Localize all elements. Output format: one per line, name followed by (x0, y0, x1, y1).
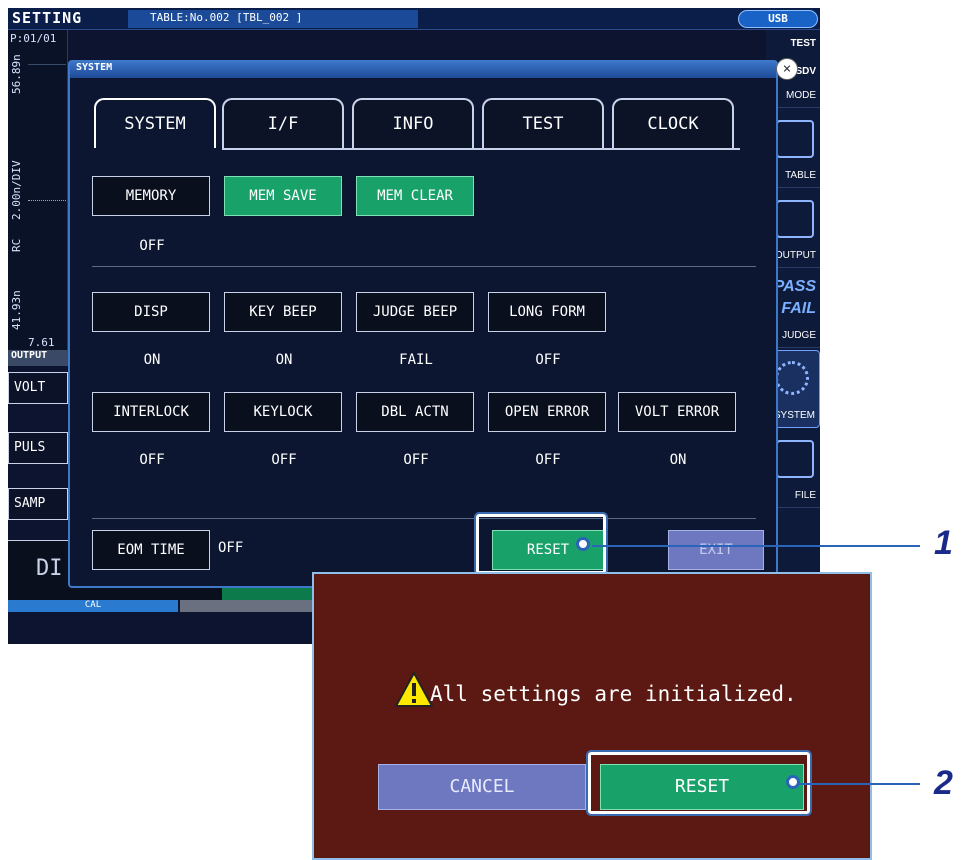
table-icon (776, 120, 814, 158)
device-screen: SETTING TABLE:No.002 [TBL_002 ] USB P:01… (8, 8, 820, 644)
mem-clear-button[interactable]: MEM CLEAR (356, 176, 474, 216)
keylock-value: OFF (271, 452, 297, 468)
tab-system[interactable]: SYSTEM (94, 98, 216, 148)
system-dialog: SYSTEM × SYSTEM I/F INFO TEST CLOCK MEMO… (68, 58, 798, 588)
samp-button[interactable]: SAMP (8, 488, 68, 520)
judge-beep-value: FAIL (399, 352, 433, 368)
gear-icon (775, 361, 809, 395)
usb-button[interactable]: USB (738, 10, 818, 28)
callout-2-frame (586, 750, 812, 816)
top-bar: SETTING TABLE:No.002 [TBL_002 ] USB (8, 8, 820, 30)
output-icon (776, 200, 814, 238)
open-error-button[interactable]: OPEN ERROR (488, 392, 606, 432)
callout-2-number: 2 (934, 764, 953, 802)
volt-button[interactable]: VOLT (8, 372, 68, 404)
tab-info[interactable]: INFO (352, 98, 474, 148)
table-indicator[interactable]: TABLE:No.002 [TBL_002 ] (128, 10, 418, 28)
waveform-graph: P:01/01 56.89n 2.00n/DIV RC 41.93n 7.61 (8, 30, 68, 350)
volt-error-value: ON (669, 452, 687, 468)
disp-button[interactable]: DISP (92, 292, 210, 332)
keylock-button[interactable]: KEYLOCK (224, 392, 342, 432)
reset-confirm-popup: All settings are initialized. CANCEL RES… (312, 572, 872, 860)
tab-if[interactable]: I/F (222, 98, 344, 148)
callout-2-line (796, 783, 920, 785)
callout-1-number: 1 (934, 524, 953, 562)
key-beep-button[interactable]: KEY BEEP (224, 292, 342, 332)
volt-error-button[interactable]: VOLT ERROR (618, 392, 736, 432)
eom-time-value: OFF (218, 540, 244, 556)
key-beep-value: ON (275, 352, 293, 368)
x-min-label: 7.61 (28, 336, 55, 349)
disp-bottom-button[interactable]: DI (36, 556, 63, 602)
callout-1-line (592, 545, 920, 547)
folder-icon (776, 440, 814, 478)
close-button[interactable]: × (776, 58, 798, 80)
dialog-title: SYSTEM (70, 62, 776, 78)
output-section-label: OUTPUT (8, 350, 68, 366)
eom-time-button[interactable]: EOM TIME (92, 530, 210, 570)
screen-title: SETTING (12, 9, 83, 27)
warning-icon (395, 672, 433, 707)
open-error-value: OFF (535, 452, 561, 468)
divider (92, 266, 756, 267)
callout-2-dot (786, 775, 800, 789)
disp-value: ON (143, 352, 161, 368)
y-max-label: 56.89n (10, 54, 23, 94)
memory-value: OFF (139, 238, 165, 254)
dbl-actn-value: OFF (403, 452, 429, 468)
tab-clock[interactable]: CLOCK (612, 98, 734, 148)
cal-status-bar: CAL (8, 600, 178, 612)
y-min-label: 41.93n (10, 290, 23, 330)
interlock-value: OFF (139, 452, 165, 468)
tab-test[interactable]: TEST (482, 98, 604, 148)
y-div-label: 2.00n/DIV (10, 160, 23, 220)
long-form-button[interactable]: LONG FORM (488, 292, 606, 332)
judge-beep-button[interactable]: JUDGE BEEP (356, 292, 474, 332)
rc-label: RC (10, 238, 23, 252)
long-form-value: OFF (535, 352, 561, 368)
popup-message: All settings are initialized. (430, 682, 797, 706)
cancel-button[interactable]: CANCEL (378, 764, 586, 810)
memory-button[interactable]: MEMORY (92, 176, 210, 216)
pulse-button[interactable]: PULS (8, 432, 68, 464)
exit-button[interactable]: EXIT (668, 530, 764, 570)
interlock-button[interactable]: INTERLOCK (92, 392, 210, 432)
mem-save-button[interactable]: MEM SAVE (224, 176, 342, 216)
page-indicator: P:01/01 (10, 32, 57, 45)
callout-1-dot (576, 537, 590, 551)
divider-bottom (92, 518, 756, 519)
dbl-actn-button[interactable]: DBL ACTN (356, 392, 474, 432)
